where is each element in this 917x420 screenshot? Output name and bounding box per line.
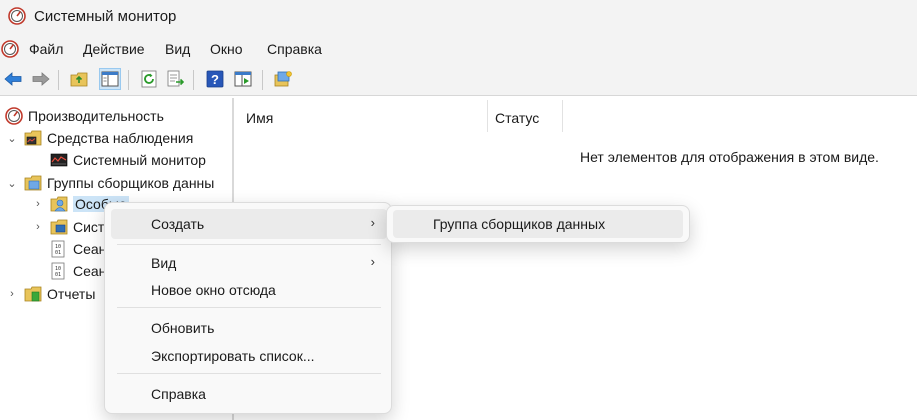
show-hide-tree-button[interactable] [99, 68, 121, 90]
submenu-collector-group[interactable]: Группа сборщиков данных [393, 210, 683, 238]
context-menu-view[interactable]: Вид › [111, 248, 387, 278]
performance-monitor-icon [5, 107, 23, 125]
menu-bar: Файл Действие Вид Окно Справка [0, 34, 917, 64]
menu-file[interactable]: Файл [29, 41, 63, 57]
refresh-button[interactable] [138, 68, 160, 90]
toolbar: ? [0, 64, 917, 96]
tree-item-session-2[interactable]: 10 01 Сеан [50, 260, 106, 282]
user-folder-icon [50, 196, 68, 212]
column-separator[interactable] [562, 100, 563, 132]
svg-text:?: ? [211, 72, 219, 87]
help-button[interactable]: ? [204, 68, 226, 90]
up-folder-icon [70, 72, 88, 87]
column-header-status[interactable]: Статус [495, 110, 539, 126]
context-menu-help[interactable]: Справка [111, 379, 387, 409]
tree-label: Отчеты [47, 286, 96, 302]
tree-item-performance[interactable]: Производительность [5, 105, 164, 127]
menu-item-label: Вид [151, 255, 177, 271]
new-collector-icon [274, 71, 292, 87]
tree-label: Системный монитор [73, 152, 206, 168]
submenu-arrow-icon: › [370, 254, 375, 269]
toolbar-separator [128, 70, 129, 90]
system-folder-icon [50, 219, 68, 235]
empty-list-message: Нет элементов для отображения в этом вид… [580, 149, 879, 165]
monitoring-folder-icon [24, 130, 42, 146]
menu-item-label: Экспортировать список... [151, 348, 315, 364]
menu-item-label: Новое окно отсюда [151, 282, 276, 298]
collector-groups-folder-icon [24, 175, 42, 191]
app-menu-icon[interactable] [1, 40, 19, 58]
svg-text:01: 01 [55, 250, 61, 256]
chevron-right-icon[interactable]: › [32, 198, 44, 210]
menu-help[interactable]: Справка [267, 41, 322, 57]
forward-button[interactable] [30, 68, 52, 90]
chevron-right-icon[interactable]: › [6, 288, 18, 300]
back-button[interactable] [2, 68, 24, 90]
properties-button[interactable] [232, 68, 254, 90]
menu-item-label: Группа сборщиков данных [433, 216, 606, 232]
menu-item-label: Создать [151, 216, 205, 232]
menu-separator [117, 373, 381, 374]
svg-text:01: 01 [55, 272, 61, 278]
show-hide-tree-icon [101, 71, 119, 87]
window-title: Системный монитор [34, 8, 177, 25]
toolbar-separator [262, 70, 263, 90]
forward-icon [32, 72, 50, 86]
up-button[interactable] [68, 68, 90, 90]
column-header-name[interactable]: Имя [246, 110, 273, 126]
help-icon: ? [206, 70, 224, 88]
menu-item-label: Справка [151, 386, 206, 402]
properties-icon [234, 71, 252, 87]
new-collector-button[interactable] [272, 68, 294, 90]
create-submenu: Группа сборщиков данных [386, 205, 690, 243]
refresh-icon [141, 70, 157, 88]
export-list-button[interactable] [164, 68, 186, 90]
menu-action[interactable]: Действие [83, 41, 145, 57]
system-monitor-icon [50, 153, 68, 167]
back-icon [4, 72, 22, 86]
context-menu-refresh[interactable]: Обновить [111, 313, 387, 343]
session-data-icon: 10 01 [51, 262, 65, 280]
menu-window[interactable]: Окно [210, 41, 243, 57]
tree-label: Средства наблюдения [47, 130, 194, 146]
tree-label: Сист [73, 219, 105, 235]
tree-item-monitoring-tools[interactable]: ⌄ Средства наблюдения [6, 127, 193, 149]
toolbar-separator [58, 70, 59, 90]
reports-folder-icon [24, 286, 42, 302]
context-menu-create[interactable]: Создать › [111, 209, 387, 239]
tree-label: Производительность [28, 108, 164, 124]
menu-separator [117, 307, 381, 308]
chevron-down-icon[interactable]: ⌄ [6, 177, 18, 190]
menu-view[interactable]: Вид [165, 41, 190, 57]
session-data-icon: 10 01 [51, 240, 65, 258]
title-bar: Системный монитор [0, 0, 917, 34]
chevron-down-icon[interactable]: ⌄ [6, 132, 18, 145]
column-separator[interactable] [487, 100, 488, 132]
tree-item-system[interactable]: › Сист [32, 216, 104, 238]
performance-monitor-icon [8, 7, 26, 25]
tree-label: Группы сборщиков данны [47, 175, 215, 191]
tree-item-session-1[interactable]: 10 01 Сеан [50, 238, 106, 260]
context-menu: Создать › Вид › Новое окно отсюда Обнови… [104, 202, 392, 414]
menu-item-label: Обновить [151, 320, 215, 336]
tree-item-reports[interactable]: › Отчеты [6, 283, 95, 305]
tree-item-collector-groups[interactable]: ⌄ Группы сборщиков данны [6, 172, 214, 194]
chevron-right-icon[interactable]: › [32, 221, 44, 233]
tree-label: Сеан [73, 263, 107, 279]
submenu-arrow-icon: › [370, 215, 375, 230]
toolbar-separator [193, 70, 194, 90]
export-list-icon [167, 70, 184, 87]
context-menu-export[interactable]: Экспортировать список... [111, 341, 387, 371]
tree-label: Сеан [73, 241, 107, 257]
tree-item-system-monitor[interactable]: Системный монитор [50, 149, 206, 171]
context-menu-new-window[interactable]: Новое окно отсюда [111, 275, 387, 305]
menu-separator [117, 244, 381, 245]
